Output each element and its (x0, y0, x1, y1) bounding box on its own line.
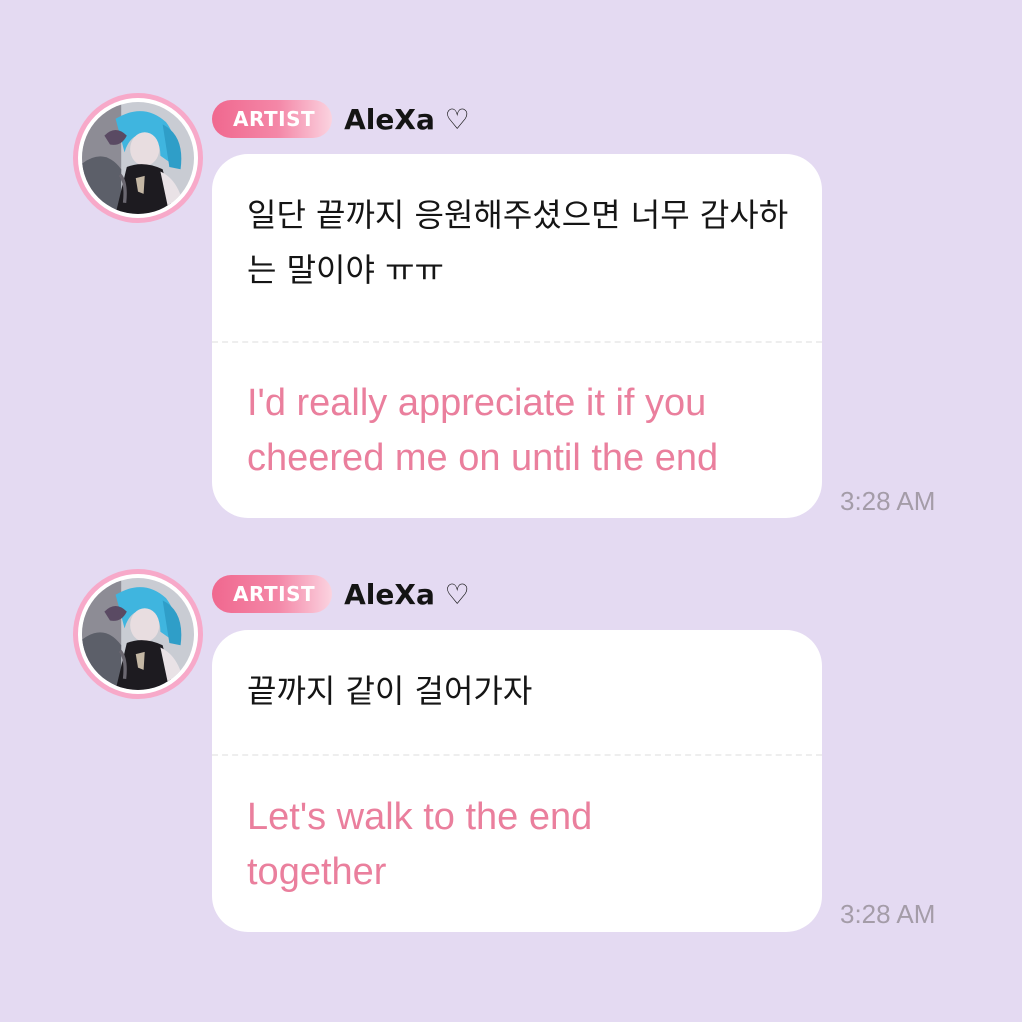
avatar-photo (82, 578, 194, 690)
artist-badge: ARTIST (212, 575, 333, 613)
divider (212, 341, 822, 343)
divider (212, 754, 822, 756)
artist-badge: ARTIST (212, 100, 333, 138)
avatar[interactable] (73, 569, 203, 699)
translated-text: I'd really appreciate it if you cheered … (247, 382, 719, 479)
translated-text: Let's walk to the end together (247, 796, 593, 893)
timestamp: 3:28 AM (840, 486, 936, 516)
avatar[interactable] (73, 93, 203, 223)
message-bubble[interactable]: 끝까지 같이 걸어가자 Let's walk to the end togeth… (212, 630, 822, 932)
avatar-photo (82, 102, 194, 214)
original-text: 끝까지 같이 걸어가자 (247, 672, 533, 710)
timestamp: 3:28 AM (840, 899, 936, 929)
message-header: ARTIST AleXa ♡ (212, 574, 470, 614)
original-text: 일단 끝까지 응원해주셨으면 너무 감사하는 말이야 ㅠㅠ (247, 196, 789, 289)
author-name[interactable]: AleXa ♡ (344, 578, 470, 611)
message-header: ARTIST AleXa ♡ (212, 99, 470, 139)
author-name[interactable]: AleXa ♡ (344, 103, 470, 136)
message-bubble[interactable]: 일단 끝까지 응원해주셨으면 너무 감사하는 말이야 ㅠㅠ I'd really… (212, 154, 822, 518)
